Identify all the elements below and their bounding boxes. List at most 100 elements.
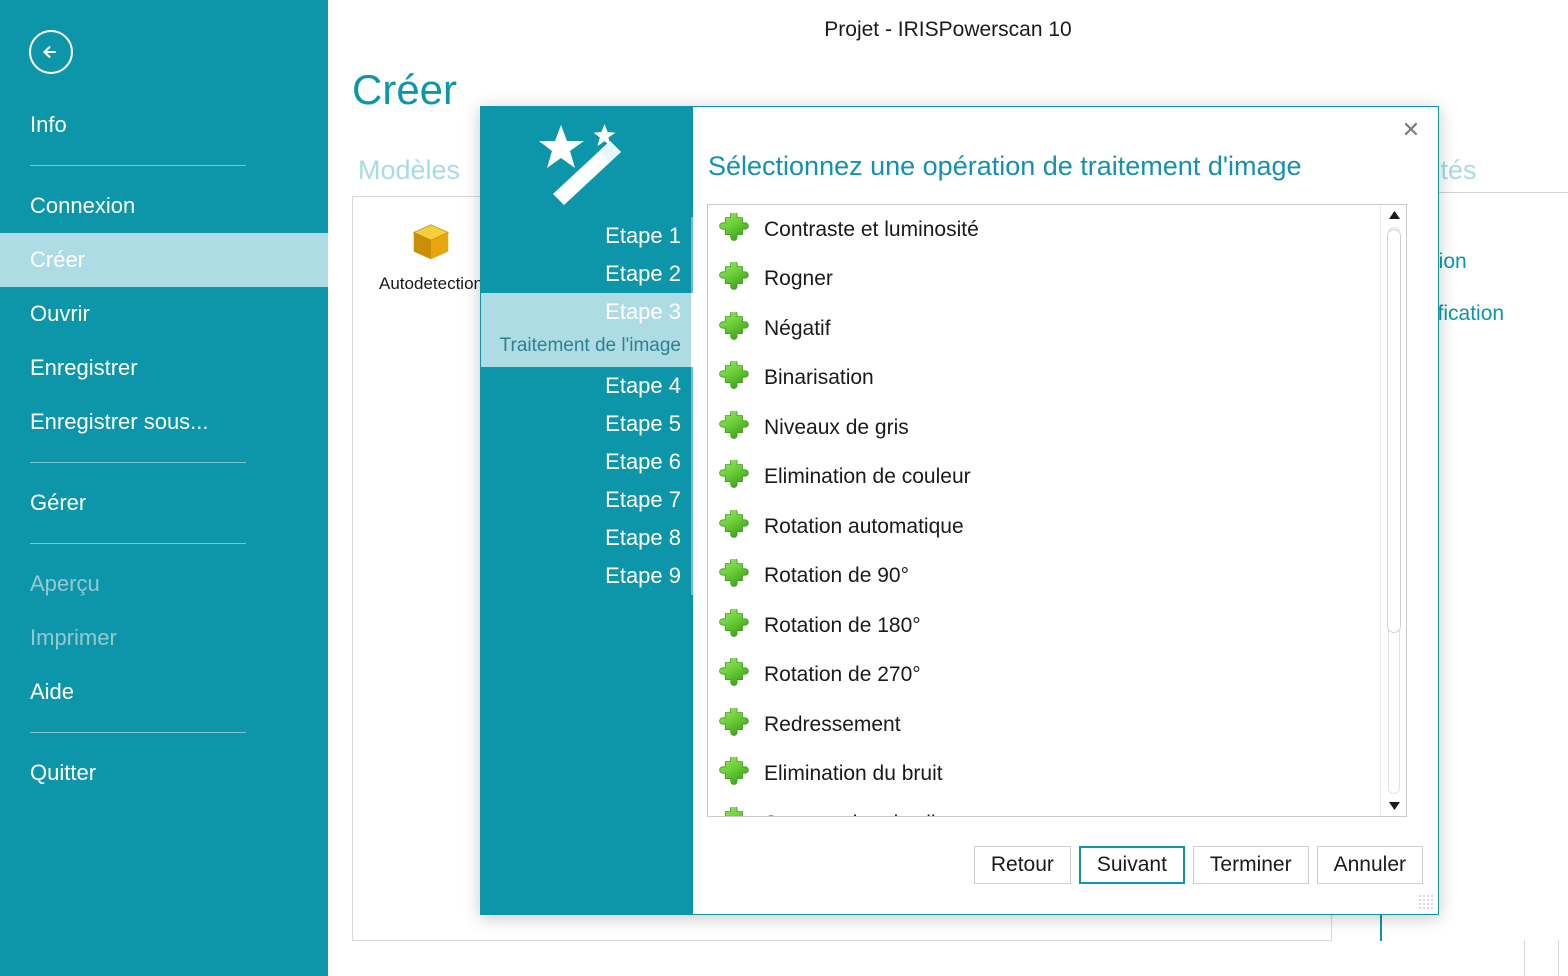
sidebar-item-creer[interactable]: Créer bbox=[0, 233, 328, 287]
operation-item[interactable]: Elimination de couleur bbox=[708, 453, 1382, 503]
sidebar-divider-3 bbox=[30, 543, 246, 544]
puzzle-piece-icon bbox=[724, 806, 743, 816]
operation-item[interactable]: Rotation de 90° bbox=[708, 552, 1382, 602]
operation-item[interactable]: Contraste et luminosité bbox=[708, 205, 1382, 255]
wizard-step-1[interactable]: Etape 1 bbox=[481, 217, 693, 255]
sidebar-item-quitter[interactable]: Quitter bbox=[0, 746, 328, 800]
terminer-button[interactable]: Terminer bbox=[1192, 846, 1309, 884]
puzzle-piece-icon bbox=[719, 707, 749, 736]
close-icon[interactable]: ✕ bbox=[1394, 115, 1428, 145]
wizard-step-8-number: Etape 8 bbox=[605, 525, 681, 550]
operation-item[interactable]: Redressement bbox=[708, 700, 1382, 750]
wizard-steps-rail: Etape 1 Etape 2 Etape 3 Traitement de l'… bbox=[481, 107, 693, 914]
back-arrow-icon bbox=[43, 46, 57, 58]
models-section-label: Modèles bbox=[358, 155, 461, 185]
operations-scrollbar[interactable] bbox=[1380, 205, 1406, 816]
dialog-button-bar: Retour Suivant Terminer Annuler bbox=[973, 846, 1423, 884]
operation-item-label: Niveaux de gris bbox=[764, 415, 909, 439]
sidebar-item-ouvrir[interactable]: Ouvrir bbox=[0, 287, 328, 341]
operation-item-label: Elimination du bruit bbox=[764, 762, 943, 786]
puzzle-piece-icon bbox=[719, 460, 749, 489]
wizard-step-6[interactable]: Etape 6 bbox=[481, 443, 693, 481]
backstage-sidebar: Info Connexion Créer Ouvrir Enregistrer … bbox=[0, 0, 328, 976]
operation-item[interactable]: Niveaux de gris bbox=[708, 403, 1382, 453]
puzzle-piece-icon bbox=[719, 658, 749, 687]
puzzle-piece-icon bbox=[719, 608, 749, 637]
wizard-step-6-number: Etape 6 bbox=[605, 449, 681, 474]
annuler-button[interactable]: Annuler bbox=[1316, 846, 1423, 884]
operation-item[interactable]: Négatif bbox=[708, 304, 1382, 354]
sidebar-item-info[interactable]: Info bbox=[0, 98, 328, 152]
bottom-divider-right bbox=[1558, 940, 1559, 976]
sidebar-item-connexion[interactable]: Connexion bbox=[0, 179, 328, 233]
puzzle-piece-icon bbox=[719, 410, 749, 439]
sidebar-nav: Info Connexion Créer Ouvrir Enregistrer … bbox=[0, 98, 328, 800]
operation-item[interactable]: Binarisation bbox=[708, 354, 1382, 404]
wizard-step-3-number: Etape 3 bbox=[605, 299, 681, 324]
puzzle-piece-icon bbox=[719, 311, 749, 340]
operation-item[interactable]: Rogner bbox=[708, 255, 1382, 305]
operation-item[interactable]: Elimination du bruit bbox=[708, 750, 1382, 800]
puzzle-piece-icon bbox=[719, 212, 749, 241]
sidebar-divider-2 bbox=[30, 462, 246, 463]
wizard-step-2-number: Etape 2 bbox=[605, 261, 681, 286]
operation-item-label: Négatif bbox=[764, 316, 831, 340]
model-tile-label: Autodetection bbox=[379, 274, 483, 293]
wizard-step-9[interactable]: Etape 9 bbox=[481, 557, 693, 595]
suivant-button[interactable]: Suivant bbox=[1078, 846, 1185, 884]
wizard-step-3-description: Traitement de l'image bbox=[499, 335, 681, 356]
bottom-divider-left bbox=[1524, 940, 1525, 976]
sidebar-item-enregistrer[interactable]: Enregistrer bbox=[0, 341, 328, 395]
puzzle-piece-icon bbox=[719, 559, 749, 588]
wizard-step-4-number: Etape 4 bbox=[605, 373, 681, 398]
operation-item[interactable]: Rotation de 180° bbox=[708, 601, 1382, 651]
operation-item[interactable]: Suppression des lignes bbox=[708, 799, 1382, 816]
scrollbar-thumb[interactable] bbox=[1387, 229, 1401, 633]
operation-item-label: Rotation automatique bbox=[764, 514, 964, 538]
app-window: Info Connexion Créer Ouvrir Enregistrer … bbox=[0, 0, 1568, 976]
wizard-step-2[interactable]: Etape 2 bbox=[481, 255, 693, 293]
operation-item-label: Rogner bbox=[764, 267, 833, 291]
wizard-body: ✕ Sélectionnez une opération de traiteme… bbox=[693, 107, 1438, 914]
wizard-step-1-number: Etape 1 bbox=[605, 223, 681, 248]
operation-item-label: Binarisation bbox=[764, 366, 874, 390]
sidebar-item-apercu: Aperçu bbox=[30, 571, 100, 596]
operation-item-label: Elimination de couleur bbox=[764, 465, 971, 489]
operations-list-inner: Contraste et luminosité Rogner Négatif B… bbox=[708, 205, 1382, 816]
wizard-step-5[interactable]: Etape 5 bbox=[481, 405, 693, 443]
magic-wand-icon bbox=[539, 124, 621, 205]
model-tile-autodetection[interactable]: Autodetection bbox=[371, 213, 491, 323]
back-button[interactable] bbox=[29, 30, 73, 74]
sidebar-divider-4 bbox=[30, 732, 246, 733]
resize-grip[interactable] bbox=[1418, 894, 1434, 910]
page-title: Créer bbox=[352, 66, 458, 113]
operation-item-label: Rotation de 90° bbox=[764, 564, 910, 588]
operation-item-label: Rotation de 180° bbox=[764, 613, 921, 637]
wizard-steps-list: Etape 1 Etape 2 Etape 3 Traitement de l'… bbox=[481, 217, 693, 595]
scroll-down-arrow-icon[interactable] bbox=[1381, 796, 1406, 816]
dialog-title: Sélectionnez une opération de traitement… bbox=[708, 151, 1302, 181]
operation-item-label: Suppression des lignes bbox=[764, 812, 981, 816]
image-processing-wizard-dialog: Etape 1 Etape 2 Etape 3 Traitement de l'… bbox=[480, 106, 1439, 915]
scroll-up-arrow-icon[interactable] bbox=[1381, 205, 1406, 225]
sidebar-item-enregistrer-sous[interactable]: Enregistrer sous... bbox=[0, 395, 328, 449]
wizard-step-4[interactable]: Etape 4 bbox=[481, 367, 693, 405]
operation-item[interactable]: Rotation automatique bbox=[708, 502, 1382, 552]
wizard-step-9-number: Etape 9 bbox=[605, 563, 681, 588]
wizard-step-8[interactable]: Etape 8 bbox=[481, 519, 693, 557]
wizard-step-7[interactable]: Etape 7 bbox=[481, 481, 693, 519]
sidebar-item-gerer[interactable]: Gérer bbox=[0, 476, 328, 530]
operation-item[interactable]: Rotation de 270° bbox=[708, 651, 1382, 701]
window-title: Projet - IRISPowerscan 10 bbox=[824, 18, 1072, 41]
puzzle-piece-icon bbox=[719, 509, 749, 538]
sidebar-item-aide[interactable]: Aide bbox=[0, 665, 328, 719]
wizard-step-3[interactable]: Etape 3 Traitement de l'image bbox=[481, 293, 693, 367]
puzzle-piece-icon bbox=[719, 757, 749, 786]
operations-list[interactable]: Contraste et luminosité Rogner Négatif B… bbox=[707, 204, 1407, 817]
gold-cube-icon bbox=[413, 224, 449, 260]
operation-item-label: Rotation de 270° bbox=[764, 663, 921, 687]
retour-button[interactable]: Retour bbox=[973, 846, 1071, 884]
wizard-step-5-number: Etape 5 bbox=[605, 411, 681, 436]
puzzle-piece-icon bbox=[719, 361, 749, 390]
sidebar-item-imprimer: Imprimer bbox=[30, 625, 117, 650]
